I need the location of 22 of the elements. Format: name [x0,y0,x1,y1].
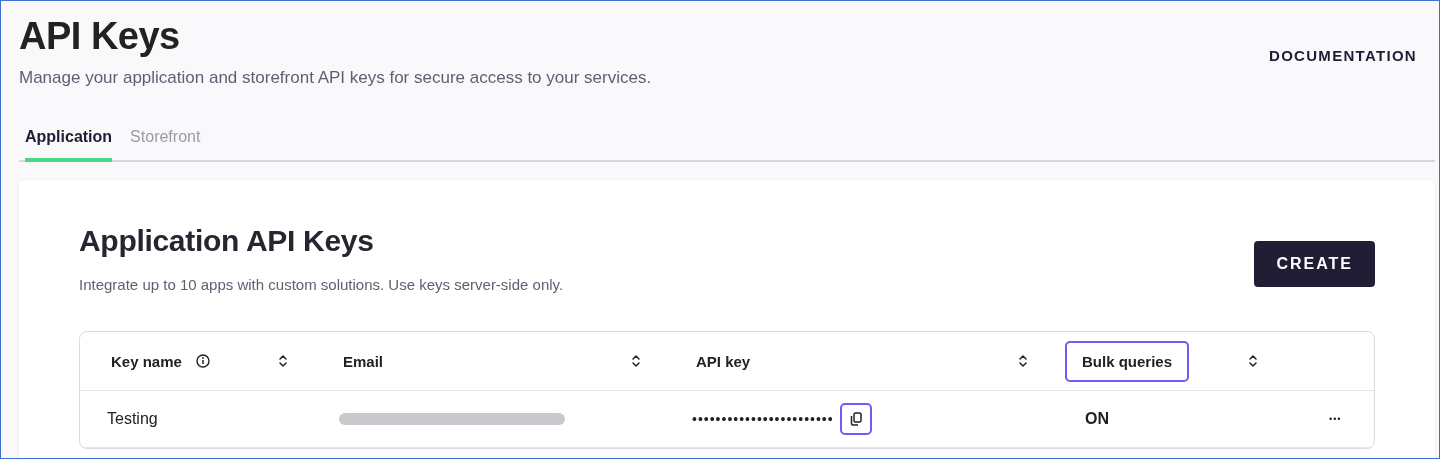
sort-icon[interactable] [1018,354,1028,368]
sort-icon[interactable] [1248,354,1258,368]
table-cell: Testing [107,410,158,428]
documentation-link[interactable]: DOCUMENTATION [1269,47,1417,64]
column-header[interactable]: Email [343,352,384,370]
masked-key: •••••••••••••••••••••••• [692,411,834,427]
create-button[interactable]: CREATE [1254,241,1375,287]
page-title: API Keys [19,15,181,58]
tab[interactable]: Application [25,128,113,162]
copy-button[interactable] [839,403,872,435]
page-subtitle: Manage your application and storefront API keys for secure access to your services. [19,68,652,88]
table-cell: ON [1085,410,1109,428]
section-title: Application API Keys [79,224,375,258]
copy-icon [849,412,862,426]
section-subtitle: Integrate up to 10 apps with custom solutions. Use keys server-side only. [79,276,564,293]
column-header[interactable]: Key name [111,352,182,370]
column-header[interactable]: Bulk queries [1065,340,1190,382]
more-button[interactable]: ••• [1329,414,1342,424]
sort-icon[interactable] [631,354,641,368]
sort-icon[interactable] [278,354,288,368]
column-header[interactable]: API key [696,352,751,370]
info-icon[interactable] [195,354,210,368]
